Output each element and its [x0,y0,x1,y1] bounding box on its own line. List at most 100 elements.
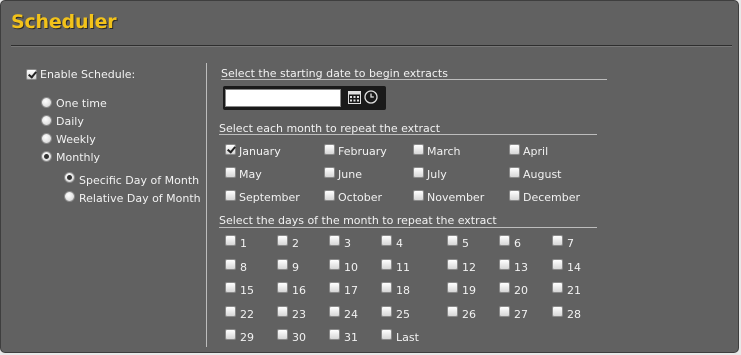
day-checkbox-7[interactable] [552,235,563,246]
day-label-19: 19 [462,284,476,297]
day-label-13: 13 [514,261,528,274]
panel-title: Scheduler [11,11,117,33]
start-date-input[interactable] [225,89,341,107]
radio-specific-day[interactable] [64,172,75,183]
day-checkbox-13[interactable] [499,259,510,270]
days-header: Select the days of the month to repeat t… [219,214,497,227]
month-label-april: April [523,145,549,158]
month-checkbox-july[interactable] [413,167,424,178]
month-label-september: September [239,191,300,204]
day-checkbox-30[interactable] [277,329,288,340]
calendar-icon[interactable] [348,90,361,104]
enable-schedule-checkbox[interactable] [26,69,37,80]
column-divider [206,63,207,347]
month-label-july: July [427,168,447,181]
day-label-2: 2 [292,237,299,250]
radio-one-time-label: One time [56,97,107,110]
radio-weekly[interactable] [41,133,52,144]
day-checkbox-1[interactable] [225,235,236,246]
radio-specific-day-label: Specific Day of Month [79,174,200,187]
day-checkbox-16[interactable] [277,282,288,293]
radio-relative-day[interactable] [64,191,75,202]
day-checkbox-5[interactable] [447,235,458,246]
month-label-december: December [523,191,581,204]
radio-one-time[interactable] [41,97,52,108]
day-label-30: 30 [292,331,306,344]
day-label-27: 27 [514,308,528,321]
month-label-march: March [427,145,461,158]
day-label-7: 7 [567,237,574,250]
day-label-11: 11 [396,261,410,274]
start-date-header-rule [221,79,607,80]
month-checkbox-june[interactable] [324,167,335,178]
day-checkbox-3[interactable] [329,235,340,246]
day-checkbox-11[interactable] [381,259,392,270]
month-checkbox-march[interactable] [413,144,424,155]
day-checkbox-26[interactable] [447,306,458,317]
day-label-12: 12 [462,261,476,274]
day-checkbox-20[interactable] [499,282,510,293]
clock-icon[interactable] [364,90,378,104]
scheduler-panel: Scheduler Enable Schedule: One time Dail… [0,0,739,353]
month-checkbox-october[interactable] [324,190,335,201]
day-checkbox-9[interactable] [277,259,288,270]
day-label-10: 10 [344,261,358,274]
day-checkbox-6[interactable] [499,235,510,246]
radio-daily[interactable] [41,115,52,126]
month-label-february: February [338,145,387,158]
day-checkbox-15[interactable] [225,282,236,293]
month-checkbox-april[interactable] [509,144,520,155]
day-label-15: 15 [240,284,254,297]
month-checkbox-february[interactable] [324,144,335,155]
day-label-17: 17 [344,284,358,297]
day-checkbox-14[interactable] [552,259,563,270]
day-label-26: 26 [462,308,476,321]
month-checkbox-august[interactable] [509,167,520,178]
month-checkbox-may[interactable] [225,167,236,178]
day-checkbox-22[interactable] [225,306,236,317]
day-label-23: 23 [292,308,306,321]
day-checkbox-24[interactable] [329,306,340,317]
day-checkbox-18[interactable] [381,282,392,293]
day-checkbox-31[interactable] [329,329,340,340]
month-label-january: January [239,145,281,158]
months-header-rule [219,134,597,135]
day-checkbox-10[interactable] [329,259,340,270]
day-label-4: 4 [396,237,403,250]
day-label-1: 1 [240,237,247,250]
day-label-25: 25 [396,308,410,321]
title-divider [11,45,732,47]
radio-weekly-label: Weekly [56,133,96,146]
day-checkbox-29[interactable] [225,329,236,340]
day-label-3: 3 [344,237,351,250]
month-checkbox-december[interactable] [509,190,520,201]
month-checkbox-november[interactable] [413,190,424,201]
day-label-last: Last [396,331,419,344]
day-label-21: 21 [567,284,581,297]
day-label-31: 31 [344,331,358,344]
day-label-16: 16 [292,284,306,297]
day-checkbox-23[interactable] [277,306,288,317]
radio-monthly[interactable] [41,151,52,162]
day-checkbox-19[interactable] [447,282,458,293]
radio-monthly-label: Monthly [56,151,101,164]
day-checkbox-2[interactable] [277,235,288,246]
month-label-may: May [239,168,262,181]
day-checkbox-last[interactable] [381,329,392,340]
day-checkbox-25[interactable] [381,306,392,317]
radio-daily-label: Daily [56,115,84,128]
day-checkbox-4[interactable] [381,235,392,246]
days-header-rule [219,227,597,228]
day-label-24: 24 [344,308,358,321]
day-checkbox-27[interactable] [499,306,510,317]
month-checkbox-september[interactable] [225,190,236,201]
month-checkbox-january[interactable] [225,144,236,155]
day-checkbox-17[interactable] [329,282,340,293]
day-label-14: 14 [567,261,581,274]
day-checkbox-12[interactable] [447,259,458,270]
day-checkbox-8[interactable] [225,259,236,270]
day-checkbox-21[interactable] [552,282,563,293]
day-checkbox-28[interactable] [552,306,563,317]
day-label-22: 22 [240,308,254,321]
month-label-june: June [338,168,362,181]
